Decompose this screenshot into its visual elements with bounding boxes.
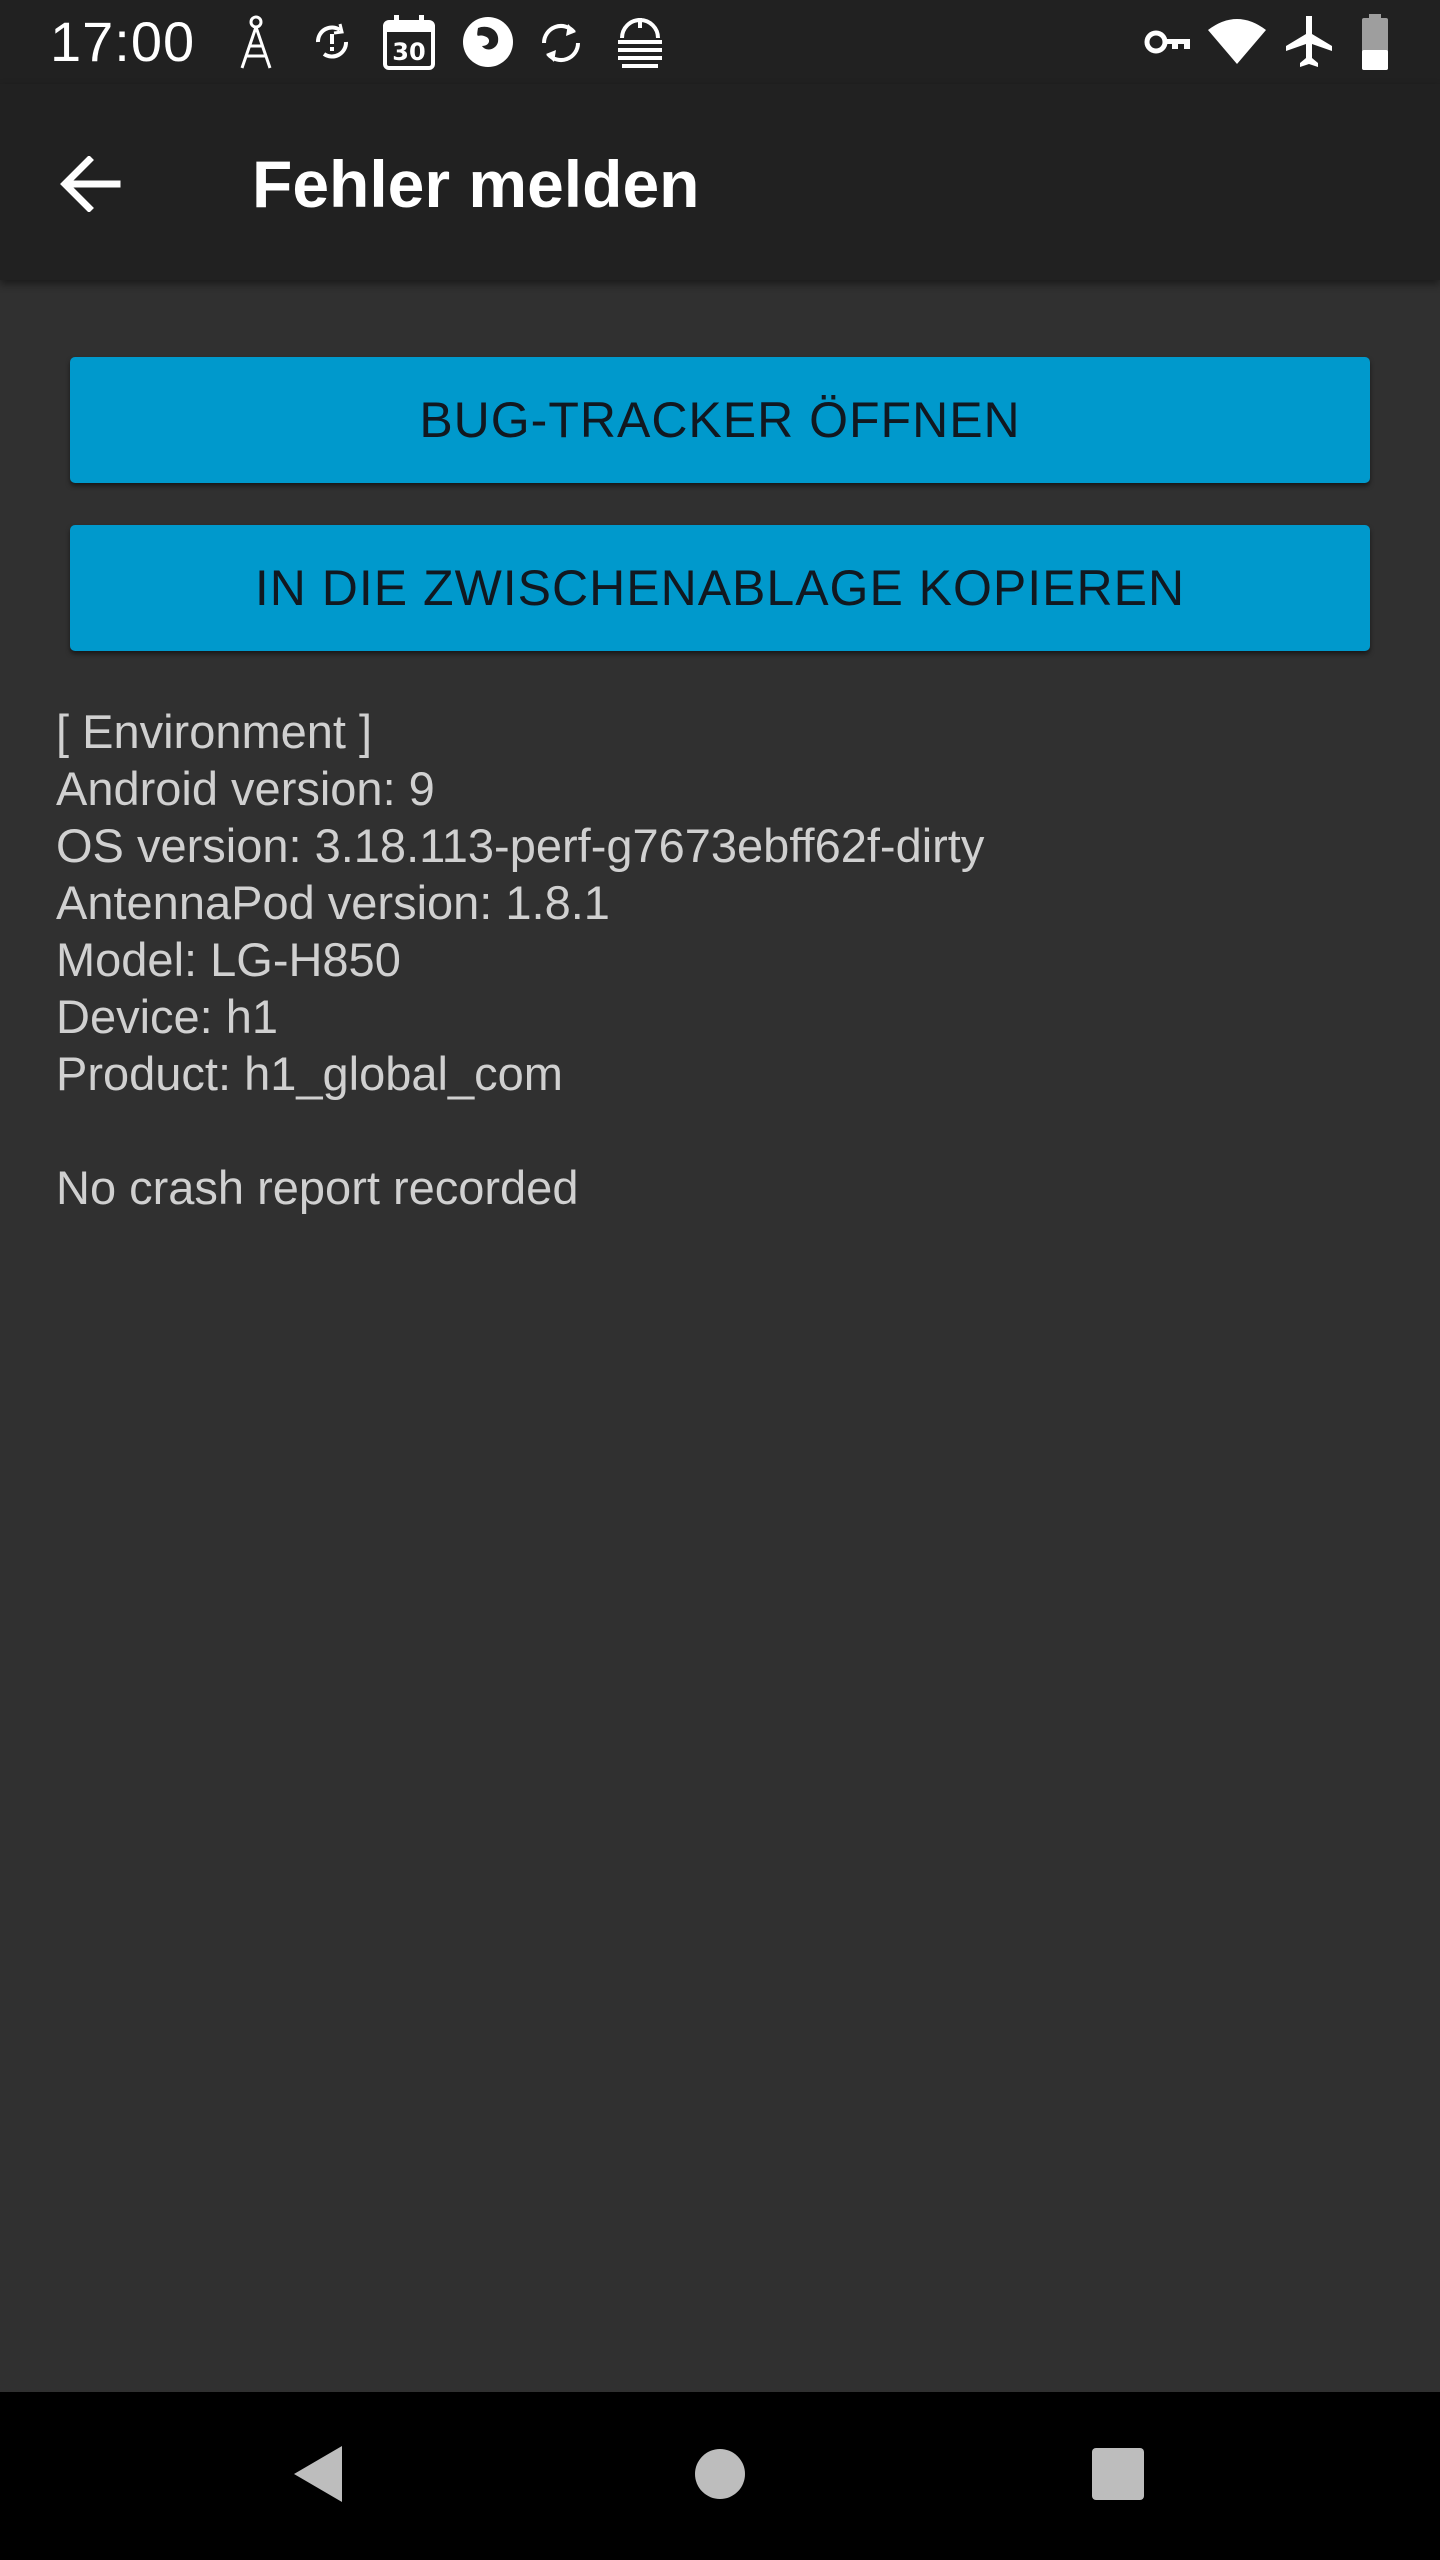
sync-problem-icon (310, 20, 354, 69)
vpn-key-icon (1144, 22, 1194, 67)
os-version: OS version: 3.18.113-perf-g7673ebff62f-d… (56, 819, 985, 872)
page-title: Fehler melden (252, 147, 700, 221)
environment-info: [ Environment ] Android version: 9 OS ve… (56, 703, 984, 1216)
back-button[interactable] (40, 136, 140, 236)
wifi-icon (1208, 18, 1266, 69)
calendar-day: 30 (392, 38, 425, 66)
device-name: Device: h1 (56, 990, 279, 1043)
device-model: Model: LG-H850 (56, 933, 401, 986)
airplane-mode-icon (1284, 14, 1334, 73)
open-bug-tracker-button[interactable]: BUG-TRACKER ÖFFNEN (70, 357, 1370, 483)
crash-report-status: No crash report recorded (56, 1161, 579, 1214)
nav-back-button[interactable] (270, 2426, 370, 2526)
sync-icon (536, 18, 586, 73)
status-bar: 17:00 30 (0, 0, 1440, 84)
antennapod-version: AntennaPod version: 1.8.1 (56, 876, 610, 929)
copy-to-clipboard-button[interactable]: IN DIE ZWISCHENABLAGE KOPIEREN (70, 525, 1370, 651)
app-bar: Fehler melden (0, 84, 1440, 280)
nav-back-icon (290, 2442, 350, 2511)
nav-recents-button[interactable] (1068, 2426, 1168, 2526)
system-nav-bar (0, 2392, 1440, 2560)
battery-icon (1360, 14, 1390, 75)
calendar-icon: 30 (382, 14, 436, 75)
nav-recents-icon (1091, 2447, 1145, 2506)
environment-header: [ Environment ] (56, 705, 373, 758)
status-time: 17:00 (50, 10, 196, 73)
arrow-back-icon (59, 154, 121, 217)
firefox-icon (460, 14, 516, 75)
nav-home-button[interactable] (670, 2426, 770, 2526)
content-area: BUG-TRACKER ÖFFNEN IN DIE ZWISCHENABLAGE… (0, 280, 1440, 2392)
antenna-icon (236, 14, 276, 75)
product-name: Product: h1_global_com (56, 1047, 563, 1100)
nav-home-icon (693, 2447, 747, 2506)
android-version: Android version: 9 (56, 762, 435, 815)
antennapod-icon (612, 14, 668, 75)
